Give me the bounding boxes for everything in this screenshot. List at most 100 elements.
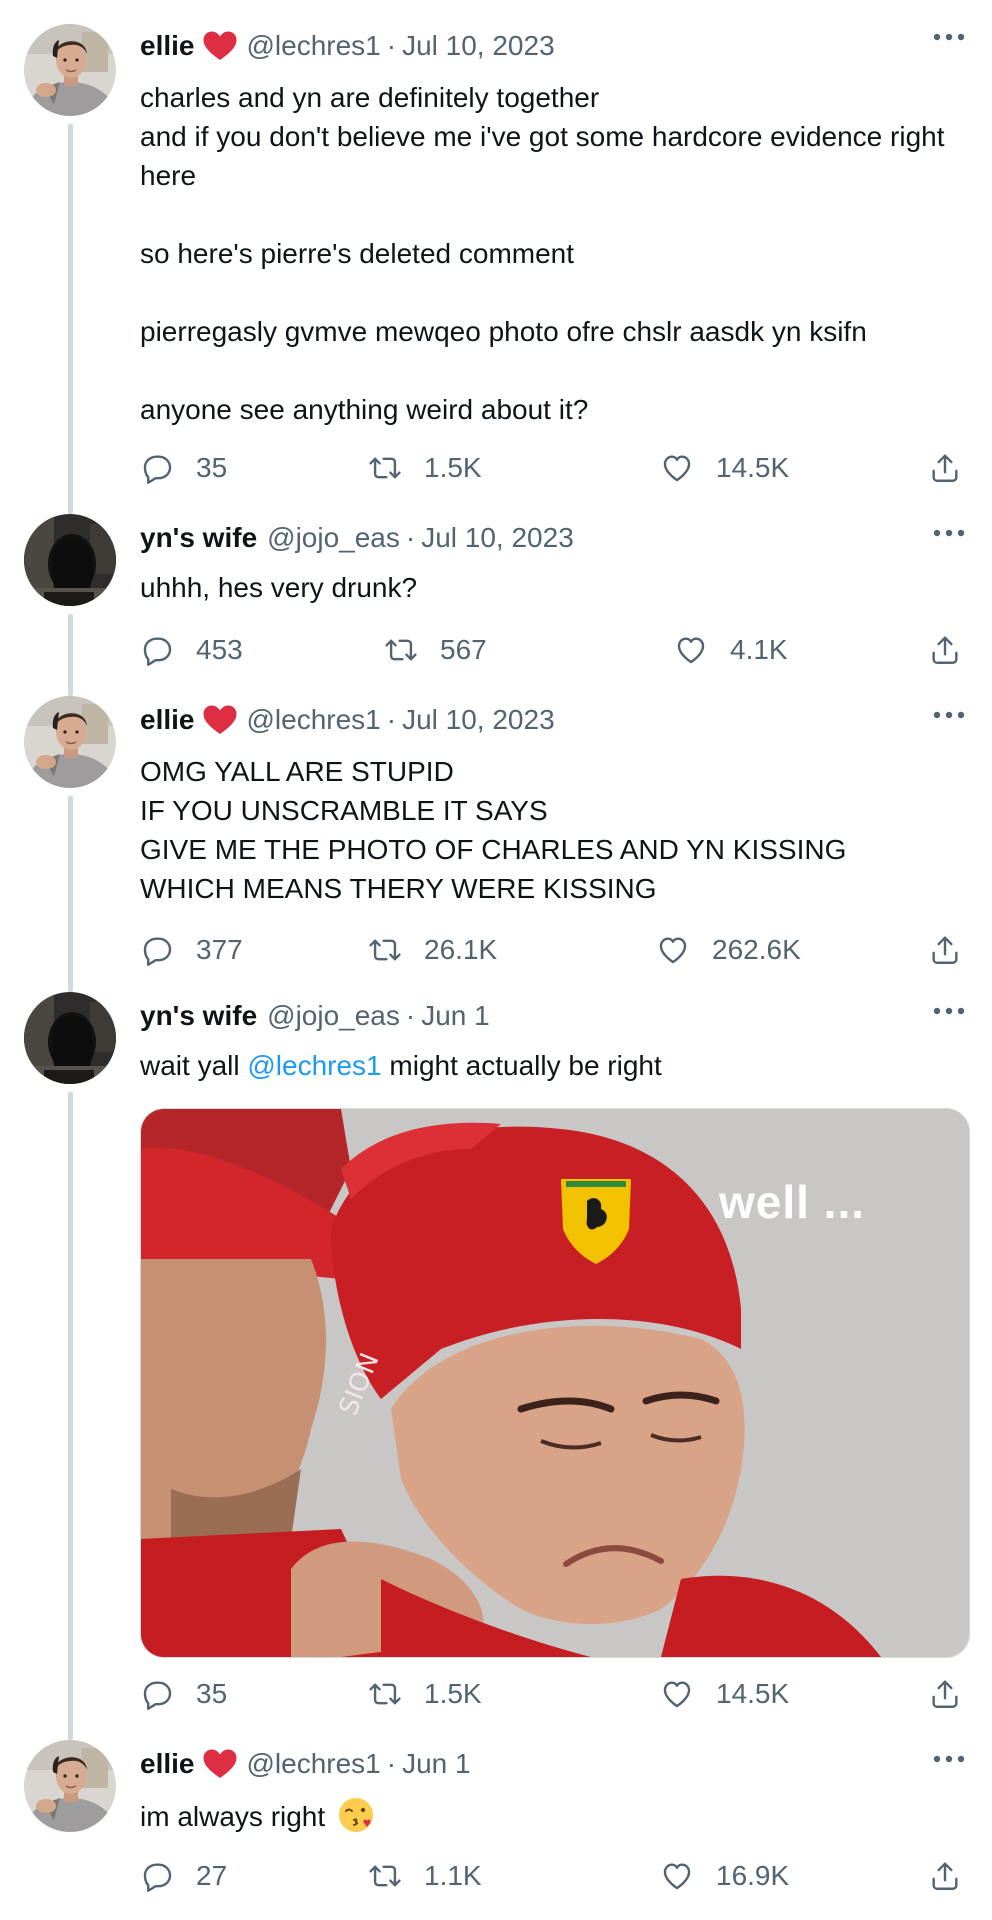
user-handle[interactable]: @lechres1: [246, 704, 380, 736]
tweet-media-image[interactable]: SION well ...: [140, 1108, 970, 1658]
retweet-count: 567: [440, 634, 487, 665]
reply-count: 377: [196, 934, 243, 965]
tweet-text: OMG YALL ARE STUPID IF YOU UNSCRAMBLE IT…: [140, 756, 847, 904]
more-options-icon[interactable]: [932, 528, 966, 538]
tweet-3: ellie @lechres1 · Jul 10, 2023 OMG YALL …: [0, 696, 992, 992]
tweet-date[interactable]: Jun 1: [421, 1000, 490, 1032]
like-count: 262.6K: [712, 934, 801, 965]
avatar[interactable]: [24, 696, 116, 788]
avatar[interactable]: [24, 514, 116, 606]
like-count: 16.9K: [716, 1860, 790, 1891]
reply-count: 453: [196, 634, 243, 665]
reply-button[interactable]: 27: [140, 1856, 227, 1896]
user-handle[interactable]: @jojo_eas: [267, 522, 400, 554]
separator-dot: ·: [405, 522, 416, 553]
red-heart-icon: [202, 1748, 238, 1780]
like-icon: [660, 451, 694, 485]
reply-icon: [140, 633, 174, 667]
reply-icon: [140, 451, 174, 485]
separator-dot: ·: [386, 704, 397, 735]
avatar[interactable]: [24, 992, 116, 1084]
more-options-icon[interactable]: [932, 32, 966, 42]
share-icon: [928, 1677, 962, 1711]
retweet-icon: [368, 1677, 402, 1711]
share-button[interactable]: [928, 1856, 962, 1896]
retweet-button[interactable]: 567: [384, 630, 487, 670]
like-count: 14.5K: [716, 452, 790, 483]
reply-button[interactable]: 377: [140, 930, 243, 970]
separator-dot: ·: [386, 1748, 397, 1779]
reply-icon: [140, 933, 174, 967]
thread-line: [68, 124, 73, 514]
retweet-count: 26.1K: [424, 934, 498, 965]
share-button[interactable]: [928, 1674, 962, 1714]
user-handle[interactable]: @lechres1: [246, 1748, 380, 1780]
like-icon: [660, 1859, 694, 1893]
like-button[interactable]: 262.6K: [656, 930, 801, 970]
reply-button[interactable]: 453: [140, 630, 243, 670]
retweet-button[interactable]: 1.5K: [368, 448, 482, 488]
reply-button[interactable]: 35: [140, 1674, 227, 1714]
mention-link[interactable]: @lechres1: [247, 1050, 381, 1081]
tweet-text-end: might actually be right: [381, 1050, 662, 1081]
tweet-date[interactable]: Jul 10, 2023: [402, 704, 555, 736]
tweet-date[interactable]: Jul 10, 2023: [402, 30, 555, 62]
retweet-icon: [384, 633, 418, 667]
retweet-count: 1.1K: [424, 1860, 482, 1891]
tweet-date[interactable]: Jun 1: [402, 1748, 471, 1780]
tweet-text: uhhh, hes very drunk?: [140, 572, 418, 603]
user-handle[interactable]: @lechres1: [246, 30, 380, 62]
share-button[interactable]: [928, 448, 962, 488]
thread-line: [68, 796, 73, 992]
reply-button[interactable]: 35: [140, 448, 227, 488]
retweet-button[interactable]: 1.5K: [368, 1674, 482, 1714]
red-heart-icon: [202, 704, 238, 736]
tweet-thread: ellie @lechres1 · Jul 10, 2023 charles a…: [0, 0, 992, 1920]
tweet-actions: 27 1.1K 16.9K: [140, 1856, 960, 1896]
avatar[interactable]: [24, 1740, 116, 1832]
media-caption: well ...: [718, 1176, 865, 1228]
display-name[interactable]: yn's wife: [140, 1000, 257, 1032]
more-options-icon[interactable]: [932, 710, 966, 720]
share-button[interactable]: [928, 930, 962, 970]
retweet-button[interactable]: 1.1K: [368, 1856, 482, 1896]
red-heart-icon: [202, 30, 238, 62]
display-name[interactable]: yn's wife: [140, 522, 257, 554]
tweet-text: im always right: [140, 1796, 952, 1836]
separator-dot: ·: [386, 30, 397, 61]
retweet-icon: [368, 933, 402, 967]
reply-icon: [140, 1859, 174, 1893]
like-button[interactable]: 4.1K: [674, 630, 788, 670]
like-icon: [674, 633, 708, 667]
share-icon: [928, 1859, 962, 1893]
reply-icon: [140, 1677, 174, 1711]
share-icon: [928, 633, 962, 667]
like-icon: [656, 933, 690, 967]
tweet-actions: 35 1.5K 14.5K: [140, 1674, 960, 1714]
like-button[interactable]: 16.9K: [660, 1856, 789, 1896]
display-name[interactable]: ellie: [140, 1748, 194, 1780]
display-name[interactable]: ellie: [140, 704, 194, 736]
tweet-actions: 35 1.5K 14.5K: [140, 448, 960, 488]
like-button[interactable]: 14.5K: [660, 448, 789, 488]
share-button[interactable]: [928, 630, 962, 670]
user-handle[interactable]: @jojo_eas: [267, 1000, 400, 1032]
like-button[interactable]: 14.5K: [660, 1674, 789, 1714]
avatar[interactable]: [24, 24, 116, 116]
tweet-text: wait yall @lechres1 might actually be ri…: [140, 1046, 952, 1085]
tweet-header: yn's wife @jojo_eas · Jun 1: [140, 998, 932, 1034]
retweet-button[interactable]: 26.1K: [368, 930, 497, 970]
retweet-count: 1.5K: [424, 1678, 482, 1709]
tweet-4: yn's wife @jojo_eas · Jun 1 wait yall @l…: [0, 992, 992, 1740]
more-options-icon[interactable]: [932, 1006, 966, 1016]
more-options-icon[interactable]: [932, 1754, 966, 1764]
tweet-text-start: wait yall: [140, 1050, 248, 1081]
avatar-image-icon: [24, 24, 116, 116]
kissing-face-icon: [337, 1796, 375, 1834]
tweet-date[interactable]: Jul 10, 2023: [421, 522, 574, 554]
retweet-count: 1.5K: [424, 452, 482, 483]
display-name[interactable]: ellie: [140, 30, 194, 62]
tweet-header: ellie @lechres1 · Jul 10, 2023: [140, 702, 932, 738]
avatar-image-icon: [24, 1740, 116, 1832]
like-count: 14.5K: [716, 1678, 790, 1709]
